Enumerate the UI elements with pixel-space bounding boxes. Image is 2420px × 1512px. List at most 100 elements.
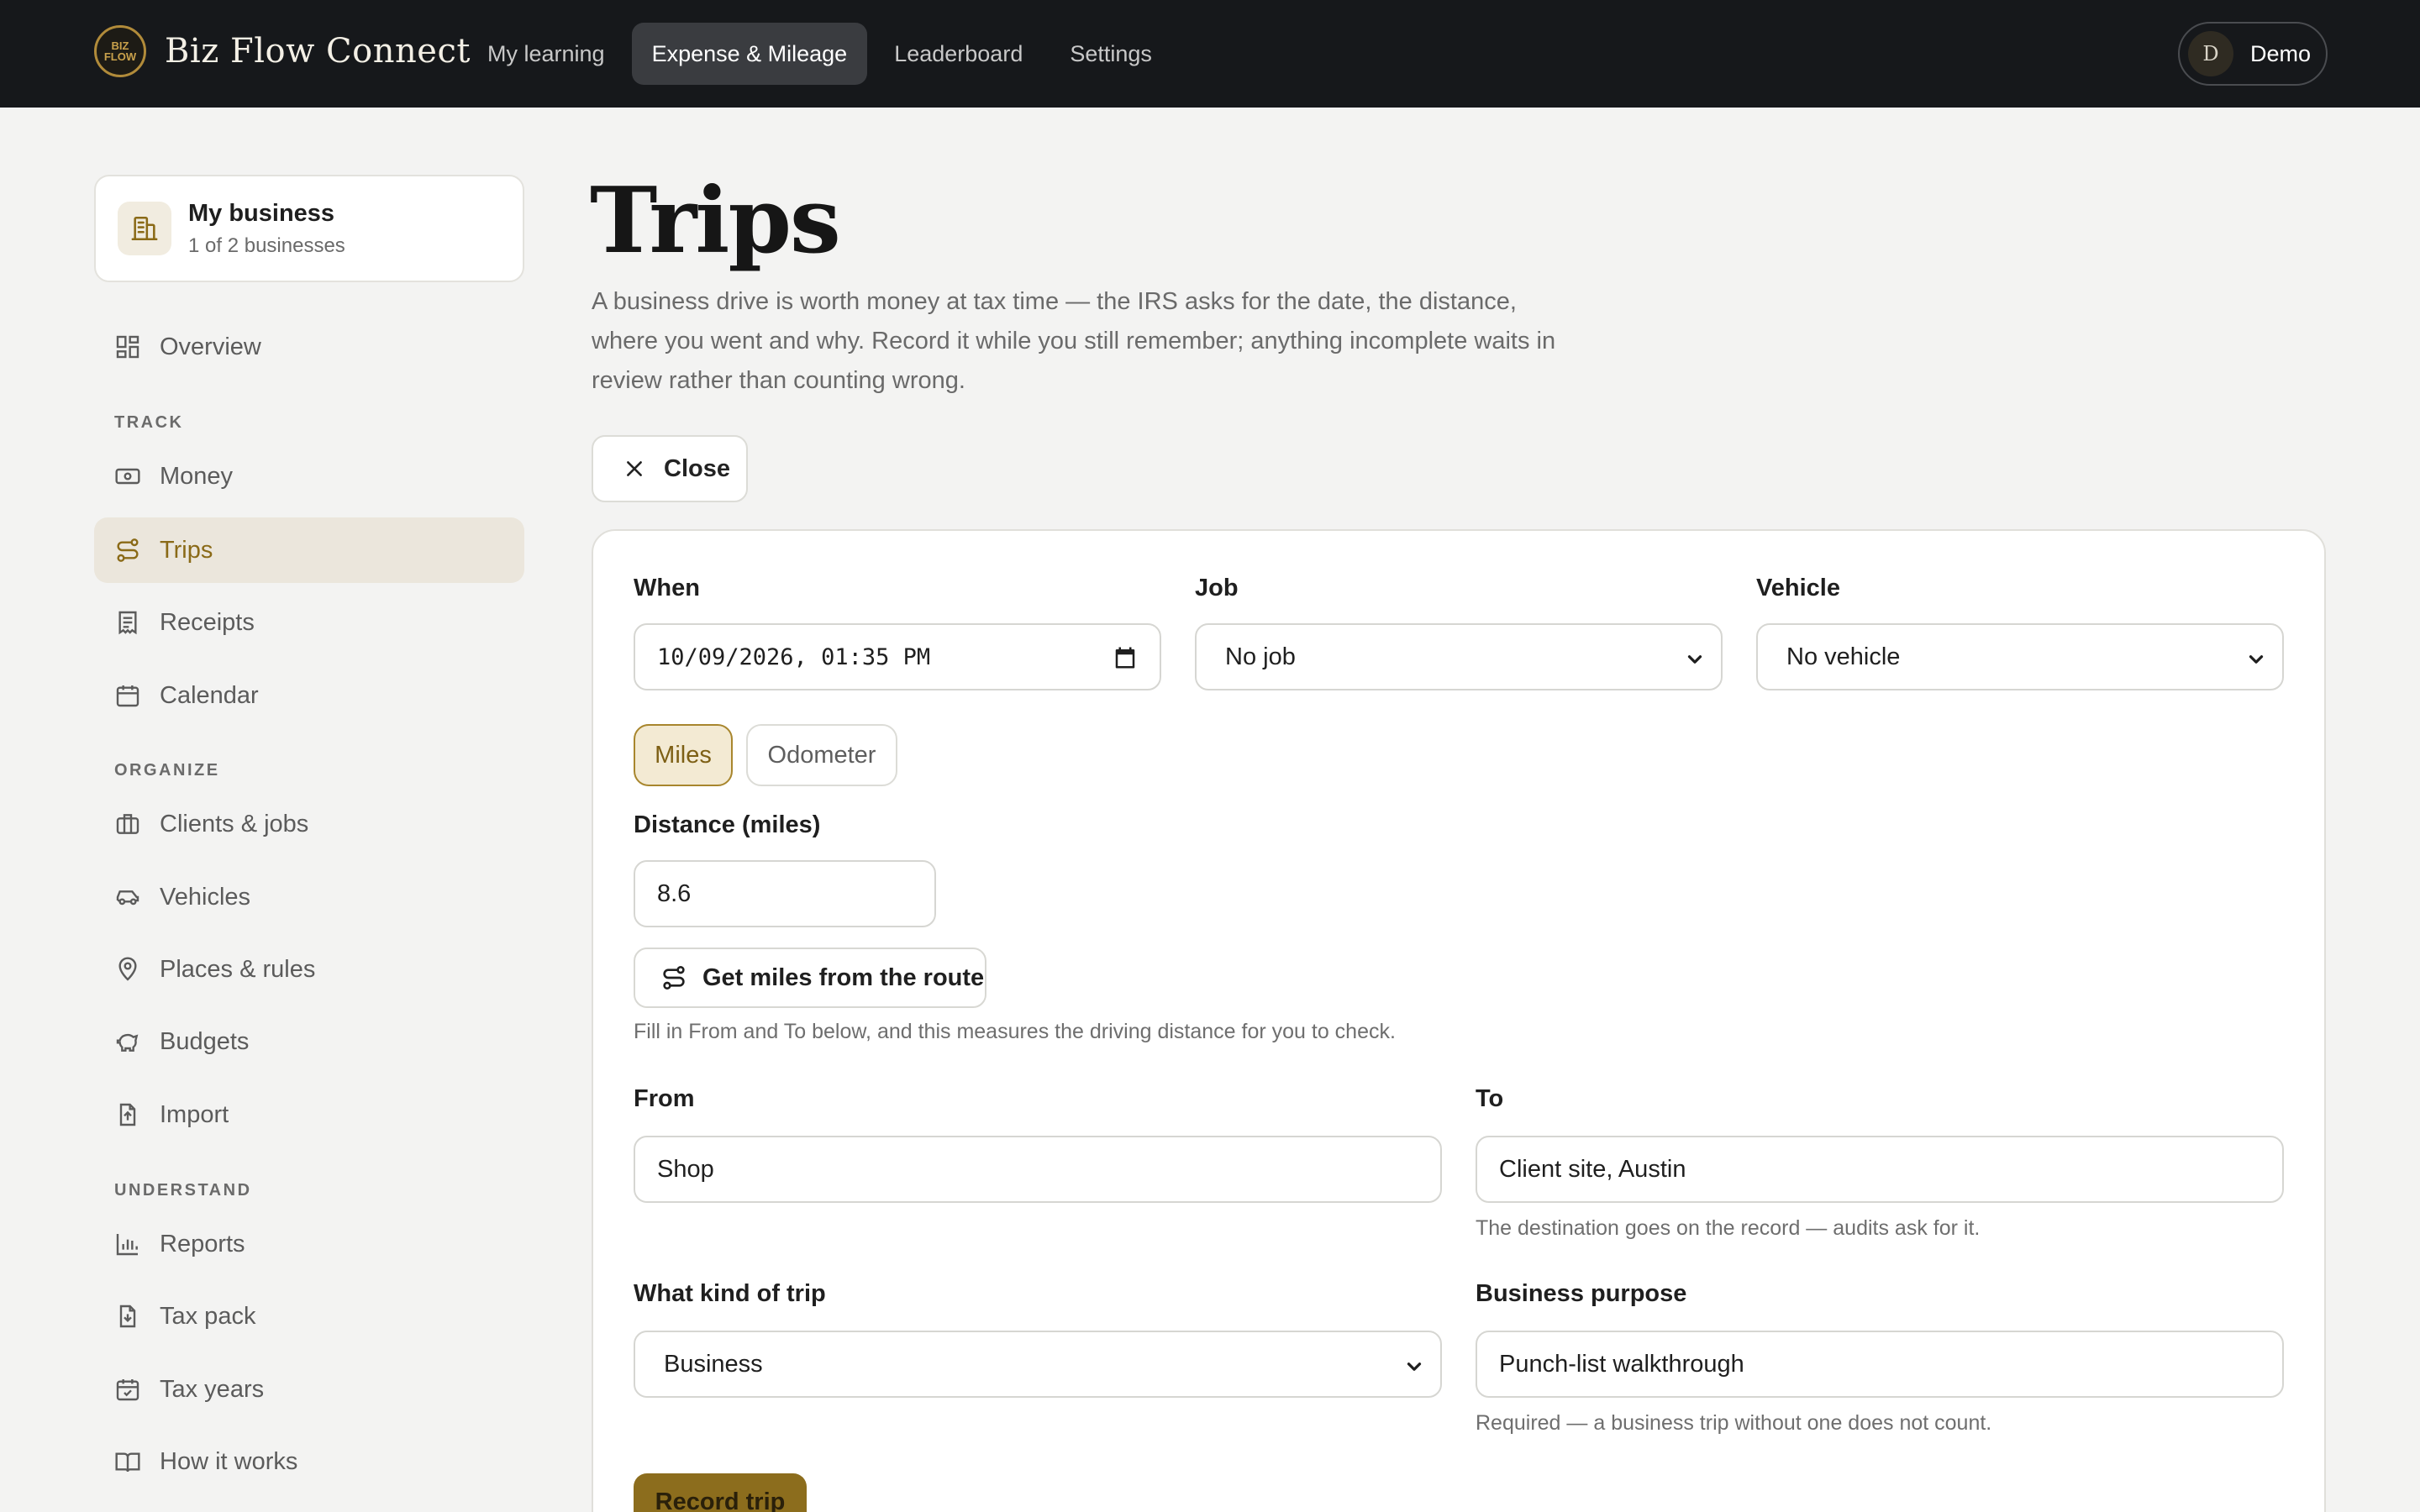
- close-icon: [627, 461, 642, 476]
- close-button[interactable]: Close: [592, 435, 748, 502]
- business-count: 1 of 2 businesses: [188, 234, 345, 257]
- piggy-bank-icon: [116, 1033, 139, 1052]
- user-menu-button[interactable]: D Demo: [2178, 22, 2328, 86]
- business-switcher[interactable]: My business 1 of 2 businesses: [94, 175, 524, 282]
- section-organize: ORGANIZE: [114, 761, 220, 780]
- sidebar-item-clients-jobs[interactable]: Clients & jobs: [94, 791, 524, 857]
- business-purpose-hint: Required — a business trip without one d…: [1476, 1411, 1992, 1435]
- receipt-icon: [118, 611, 137, 635]
- distance-input[interactable]: 8.6: [634, 860, 936, 927]
- book-icon: [115, 1452, 140, 1473]
- sidebar-item-reports[interactable]: Reports: [94, 1211, 524, 1277]
- bar-chart-icon: [116, 1234, 138, 1256]
- sidebar-item-tax-pack[interactable]: Tax pack: [94, 1284, 524, 1349]
- main-nav: My learning Expense & Mileage Leaderboar…: [467, 23, 1172, 85]
- record-trip-button[interactable]: Record trip: [634, 1473, 807, 1512]
- nav-settings[interactable]: Settings: [1050, 23, 1172, 85]
- from-input[interactable]: Shop: [634, 1136, 1442, 1203]
- sidebar-item-label: Money: [160, 462, 234, 490]
- from-label: From: [634, 1085, 695, 1112]
- when-label: When: [634, 575, 700, 601]
- to-input[interactable]: Client site, Austin: [1476, 1136, 2284, 1203]
- page-description: A business drive is worth money at tax t…: [592, 288, 1556, 394]
- nav-leaderboard[interactable]: Leaderboard: [874, 23, 1043, 85]
- get-miles-from-route-button[interactable]: Get miles from the route: [634, 948, 986, 1008]
- sidebar-item-how-it-works[interactable]: How it works: [94, 1429, 524, 1494]
- building-icon: [118, 202, 171, 255]
- briefcase-icon: [116, 814, 139, 834]
- vehicle-label: Vehicle: [1756, 575, 1840, 601]
- sidebar-item-label: Import: [160, 1100, 229, 1128]
- sidebar-item-label: Tax years: [160, 1375, 265, 1403]
- when-datetime-input[interactable]: 10/09/2026, 01:35 PM: [634, 623, 1161, 690]
- file-upload-icon: [119, 1103, 136, 1126]
- sidebar-item-label: Trips: [160, 536, 213, 564]
- job-value: No job: [1225, 643, 1296, 670]
- app-title: Biz Flow Connect: [165, 32, 471, 71]
- grid-icon: [116, 335, 139, 359]
- business-purpose-label: Business purpose: [1476, 1280, 1687, 1307]
- trip-kind-label: What kind of trip: [634, 1280, 826, 1307]
- sidebar-item-overview[interactable]: Overview: [94, 314, 524, 380]
- from-value: Shop: [657, 1155, 714, 1183]
- sidebar-item-label: Clients & jobs: [160, 810, 309, 837]
- user-name: Demo: [2250, 40, 2312, 66]
- mode-miles-toggle[interactable]: Miles: [634, 724, 733, 786]
- vehicle-select[interactable]: No vehicle: [1756, 623, 2284, 690]
- mode-odometer-toggle[interactable]: Odometer: [746, 724, 897, 786]
- job-select[interactable]: No job: [1195, 623, 1723, 690]
- chevron-down-icon: [2249, 655, 2264, 664]
- sidebar-item-calendar[interactable]: Calendar: [94, 663, 524, 728]
- money-icon: [115, 468, 140, 485]
- sidebar-item-label: Places & rules: [160, 955, 316, 983]
- sidebar-item-vehicles[interactable]: Vehicles: [94, 864, 524, 930]
- nav-my-learning[interactable]: My learning: [467, 23, 625, 85]
- sidebar-item-import[interactable]: Import: [94, 1082, 524, 1147]
- business-purpose-input[interactable]: Punch-list walkthrough: [1476, 1331, 2284, 1398]
- page-title: Trips: [590, 168, 841, 274]
- sidebar-item-label: Tax pack: [160, 1302, 256, 1330]
- sidebar-item-label: Budgets: [160, 1027, 250, 1055]
- sidebar-item-label: Calendar: [160, 681, 259, 709]
- section-track: TRACK: [114, 413, 184, 432]
- to-hint: The destination goes on the record — aud…: [1476, 1216, 1981, 1240]
- sidebar-item-label: Reports: [160, 1230, 245, 1257]
- chevron-down-icon: [1407, 1362, 1422, 1371]
- trip-kind-select[interactable]: Business: [634, 1331, 1442, 1398]
- sidebar-item-budgets[interactable]: Budgets: [94, 1009, 524, 1074]
- location-pin-icon: [118, 957, 137, 981]
- route-icon: [117, 538, 139, 562]
- when-value: 10/09/2026, 01:35 PM: [657, 643, 931, 670]
- sidebar-item-money[interactable]: Money: [94, 444, 524, 509]
- sidebar-item-receipts[interactable]: Receipts: [94, 590, 524, 655]
- sidebar-item-label: Receipts: [160, 608, 255, 636]
- calendar-check-icon: [116, 1379, 139, 1401]
- job-label: Job: [1195, 575, 1239, 601]
- distance-value: 8.6: [657, 879, 692, 907]
- top-navigation-bar: BIZ FLOW Biz Flow Connect My learning Exp…: [0, 0, 2420, 108]
- route-hint: Fill in From and To below, and this meas…: [634, 1020, 1396, 1043]
- chevron-down-icon: [1687, 655, 1702, 664]
- vehicle-value: No vehicle: [1786, 643, 1901, 670]
- business-name: My business: [188, 199, 335, 227]
- to-label: To: [1476, 1085, 1504, 1112]
- sidebar-item-trips[interactable]: Trips: [94, 517, 524, 583]
- business-purpose-value: Punch-list walkthrough: [1499, 1350, 1744, 1378]
- section-understand: UNDERSTAND: [114, 1181, 252, 1200]
- sidebar-item-places-rules[interactable]: Places & rules: [94, 937, 524, 1002]
- brand-seal-icon: BIZ FLOW: [94, 25, 146, 77]
- app-logo[interactable]: BIZ FLOW Biz Flow Connect: [94, 25, 471, 77]
- to-value: Client site, Austin: [1499, 1155, 1686, 1183]
- file-download-icon: [119, 1305, 136, 1328]
- distance-label: Distance (miles): [634, 811, 821, 838]
- sidebar-item-label: Overview: [160, 333, 261, 360]
- sidebar-item-tax-years[interactable]: Tax years: [94, 1357, 524, 1422]
- trip-kind-value: Business: [664, 1350, 763, 1378]
- nav-expense-mileage[interactable]: Expense & Mileage: [631, 23, 868, 85]
- sidebar-item-label: Vehicles: [160, 883, 251, 911]
- calendar-picker-icon[interactable]: [1113, 645, 1138, 670]
- route-button-label: Get miles from the route: [702, 963, 985, 991]
- sidebar-item-label: How it works: [160, 1447, 298, 1475]
- calendar-icon: [116, 685, 139, 707]
- car-icon: [116, 890, 139, 906]
